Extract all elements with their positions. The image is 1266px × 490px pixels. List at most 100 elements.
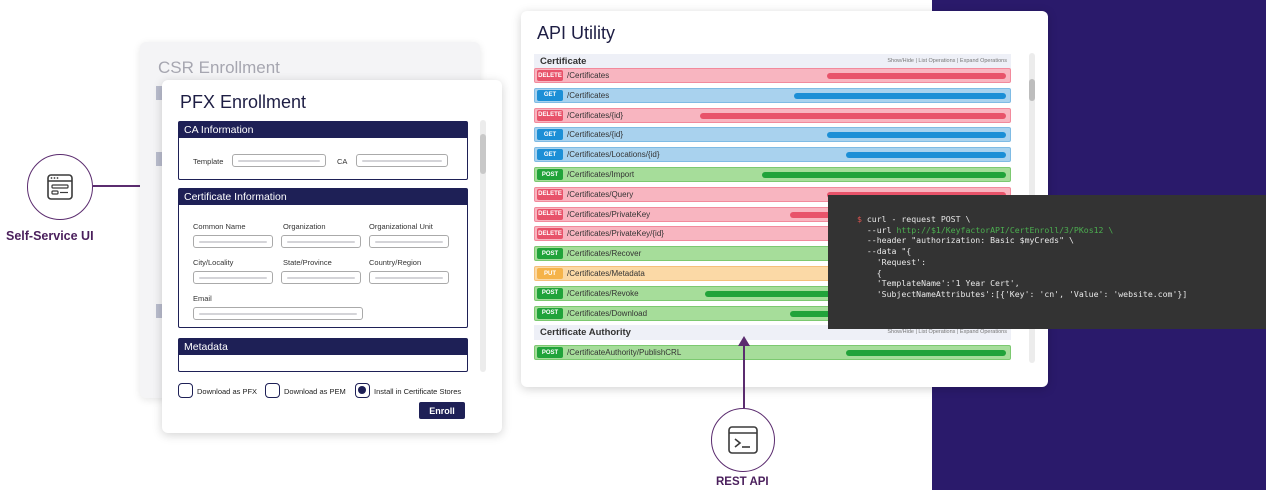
terminal-line-5: 'Request': [876,256,927,267]
api-endpoint-bar [700,112,1006,119]
api-method-badge: POST [537,248,563,260]
api-method-badge: POST [537,307,563,319]
organization-input[interactable] [281,235,361,248]
api-method-badge: POST [537,287,563,299]
api-endpoint-path: /Certificates [567,90,610,100]
api-method-badge: DELETE [537,228,563,240]
country-input[interactable] [369,271,449,284]
api-method-badge: GET [537,89,563,101]
download-pem-label: Download as PEM [284,387,346,396]
api-method-badge: POST [537,169,563,180]
pfx-enrollment-card: PFX Enrollment CA Information Template C… [162,80,502,433]
common-name-label: Common Name [193,222,246,231]
self-service-label: Self-Service UI [6,229,94,243]
api-method-badge: GET [537,129,563,141]
rest-api-arrow-head [738,336,750,346]
common-name-input[interactable] [193,235,273,248]
metadata-section: Metadata [178,338,468,372]
country-label: Country/Region [369,258,422,267]
api-endpoint-path: /Certificates/Import [567,170,635,179]
city-input[interactable] [193,271,273,284]
api-endpoint-row[interactable]: GET/Certificates [534,87,1011,103]
api-method-badge: DELETE [537,188,563,200]
install-stores-label: Install in Certificate Stores [374,387,462,396]
api-method-badge: DELETE [537,70,563,81]
api-endpoint-path: /Certificates/Locations/{id} [567,150,660,160]
api-endpoint-row[interactable]: POST/CertificateAuthority/PublishCRL [534,345,1011,361]
api-endpoint-row[interactable]: POST/Certificates/Import [534,167,1011,182]
api-endpoint-path: /Certificates/PrivateKey/{id} [567,229,664,239]
terminal-prompt-icon [728,426,758,454]
template-select[interactable] [232,154,326,167]
ca-info-section: CA Information Template CA [178,121,468,180]
api-method-badge: POST [537,347,563,359]
api-endpoint-row[interactable]: DELETE/Certificates [534,68,1011,83]
browser-form-icon [47,174,73,200]
api-method-badge: GET [537,149,563,161]
api-scrollbar-thumb[interactable] [1029,79,1035,101]
install-stores-checkbox[interactable] [355,383,370,398]
terminal-line-1: curl - request POST \ [866,214,971,224]
email-label: Email [193,294,212,303]
terminal-line-4: --data "{ [866,246,912,257]
api-endpoint-path: /Certificates [567,71,610,80]
email-input[interactable] [193,307,363,320]
terminal-line-2-url: http://$1/KeyfactorAPI/CertEnroll/3/PKos… [896,224,1114,235]
terminal-line-6: { [876,267,882,278]
api-endpoint-path: /Certificates/Query [567,189,634,199]
diagram-stage: Self-Service UI CSR Enrollment PFX Enrol… [0,0,1266,490]
csr-title: CSR Enrollment [158,58,280,77]
api-endpoint-path: /Certificates/PrivateKey [567,209,651,219]
api-method-badge: DELETE [537,208,563,220]
city-label: City/Locality [193,258,234,267]
api-endpoint-row[interactable]: DELETE/Certificates/{id} [534,107,1011,123]
terminal-prompt: $ [857,214,862,224]
organization-label: Organization [283,222,326,231]
api-endpoint-row[interactable]: GET/Certificates/Locations/{id} [534,147,1011,163]
download-pfx-label: Download as PFX [197,387,258,396]
api-endpoint-bar [846,350,1006,357]
enroll-button[interactable]: Enroll [419,402,465,419]
api-group-operations-links[interactable]: Show/Hide | List Operations | Expand Ope… [887,329,1007,335]
api-group-name: Certificate [540,56,587,67]
api-group-operations-links[interactable]: Show/Hide | List Operations | Expand Ope… [887,58,1007,64]
template-label: Template [193,157,224,166]
api-method-badge: DELETE [537,109,563,121]
metadata-header: Metadata [179,339,467,355]
curl-terminal: $ curl - request POST \ --url http://$1/… [828,195,1266,329]
download-pfx-checkbox[interactable] [178,383,193,398]
ca-label: CA [337,157,348,166]
pfx-scrollbar[interactable] [480,120,486,372]
self-service-node [27,154,93,220]
ca-select[interactable] [356,154,448,167]
pfx-scrollbar-thumb[interactable] [480,134,486,174]
org-unit-input[interactable] [369,235,449,248]
terminal-line-3: --header "authorization: Basic $myCreds"… [866,235,1074,246]
api-endpoint-path: /Certificates/Download [567,308,648,318]
api-endpoint-path: /Certificates/Metadata [567,269,645,278]
state-input[interactable] [281,271,361,284]
rest-api-node [711,408,775,472]
api-method-badge: PUT [537,268,563,279]
api-endpoint-path: /CertificateAuthority/PublishCRL [567,348,682,358]
api-endpoint-path: /Certificates/Revoke [567,288,639,298]
ca-info-header: CA Information [179,122,467,138]
terminal-line-8: 'SubjectNameAttributes':[{'Key': 'cn', '… [876,288,1188,299]
state-label: State/Province [283,258,332,267]
api-endpoint-bar [827,73,1006,79]
pfx-title: PFX Enrollment [180,92,307,112]
api-endpoint-bar [827,132,1006,139]
api-endpoint-path: /Certificates/Recover [567,249,642,259]
certificate-info-header: Certificate Information [179,189,467,205]
certificate-info-section: Certificate Information Common Name Orga… [178,188,468,328]
api-endpoint-bar [794,92,1006,99]
org-unit-label: Organizational Unit [369,222,433,231]
api-title: API Utility [537,23,616,43]
api-endpoint-row[interactable]: GET/Certificates/{id} [534,127,1011,143]
rest-api-arrow-line [743,344,745,408]
api-endpoint-path: /Certificates/{id} [567,130,624,140]
api-endpoint-path: /Certificates/{id} [567,110,624,120]
api-group-header[interactable]: Certificate Show/Hide | List Operations |… [534,54,1011,69]
download-pem-checkbox[interactable] [265,383,280,398]
rest-api-label: REST API [716,476,769,488]
